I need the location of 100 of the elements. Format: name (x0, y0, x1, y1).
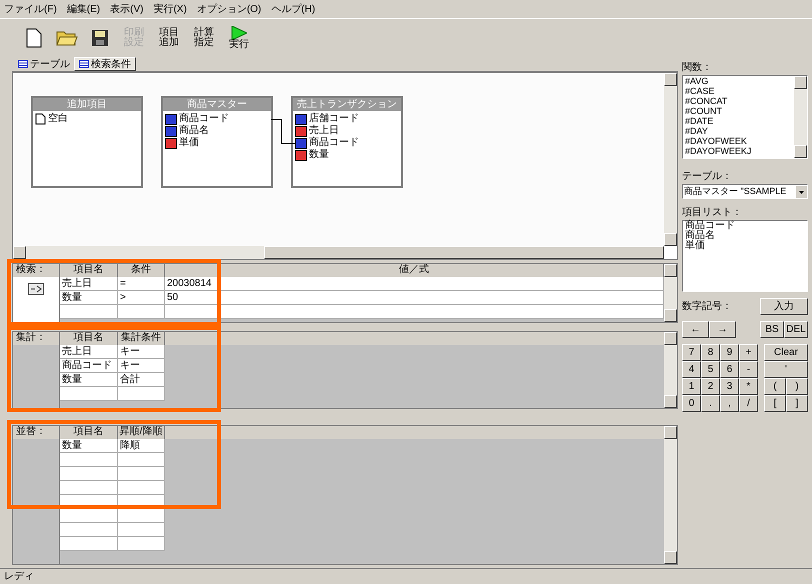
symbols-label: 数字記号： (682, 300, 732, 314)
table-cell[interactable]: 数量 (60, 439, 118, 453)
keypad-key[interactable]: 9 (720, 344, 739, 361)
field-name[interactable]: 空白 (48, 113, 68, 125)
keypad-key[interactable]: 1 (682, 378, 701, 395)
keypad-key[interactable]: 2 (701, 378, 720, 395)
keypad-key[interactable]: / (739, 395, 758, 412)
menu-item[interactable]: ファイル(F) (4, 2, 57, 16)
keypad-key[interactable]: . (701, 395, 720, 412)
table-box[interactable]: 売上トランザクション 店舗コード 売上日 商品コード 数量 (291, 96, 403, 188)
field-name[interactable]: 売上日 (309, 125, 339, 137)
field-name[interactable]: 単価 (179, 137, 199, 149)
keypad-key[interactable]: 入力 (760, 298, 808, 315)
table-cell[interactable]: 売上日 (60, 345, 118, 359)
function-item[interactable]: #CONCAT (685, 96, 794, 106)
tab[interactable]: 検索条件 (74, 57, 136, 71)
condition-icon[interactable] (28, 283, 44, 295)
keypad-key[interactable]: [ (764, 395, 786, 412)
menu-item[interactable]: 表示(V) (110, 2, 144, 16)
toolbar-button[interactable]: 項目 追加 (156, 22, 182, 54)
status-text: レディ (4, 570, 34, 584)
table-cell[interactable]: 降順 (118, 439, 165, 453)
keypad-key[interactable]: * (739, 378, 758, 395)
table-box-title: 商品マスター (163, 98, 271, 111)
function-item[interactable]: #DAYOFWEEKJ (685, 146, 794, 156)
keypad-key[interactable]: BS (760, 321, 784, 338)
field-name[interactable]: 商品コード (309, 137, 359, 149)
field-name[interactable]: 数量 (309, 149, 329, 161)
table-cell[interactable]: 50 (165, 291, 664, 305)
keypad-key[interactable]: - (739, 361, 758, 378)
function-item[interactable]: #DAY (685, 126, 794, 136)
play-icon (231, 26, 247, 40)
number-field-icon (295, 126, 307, 136)
text-field-icon (165, 126, 177, 136)
function-item[interactable]: #AVG (685, 76, 794, 86)
keypad-key[interactable]: 5 (701, 361, 720, 378)
table-cell[interactable]: > (118, 291, 165, 305)
keypad-key[interactable]: 6 (720, 361, 739, 378)
vertical-scrollbar[interactable] (664, 426, 677, 564)
vertical-scrollbar[interactable] (664, 264, 677, 322)
table-cell[interactable]: 商品コード (60, 359, 118, 373)
keypad-key[interactable]: 0 (682, 395, 701, 412)
blank-page-icon (35, 113, 46, 125)
keypad-key[interactable]: + (739, 344, 758, 361)
table-cell[interactable]: 合計 (118, 373, 165, 387)
keypad-key[interactable]: 4 (682, 361, 701, 378)
function-item[interactable]: #DATE (685, 116, 794, 126)
grid-icon (79, 60, 89, 68)
table-cell[interactable]: キー (118, 345, 165, 359)
keypad-key[interactable]: 3 (720, 378, 739, 395)
new-document-icon (25, 28, 43, 48)
function-item[interactable]: #COUNT (685, 106, 794, 116)
table-label: テーブル： (682, 170, 733, 184)
keypad-key[interactable]: ] (786, 395, 808, 412)
text-field-icon (295, 138, 307, 148)
horizontal-scrollbar[interactable] (13, 246, 664, 259)
field-list-item[interactable]: 商品コード (685, 221, 807, 231)
keypad-key[interactable]: ) (786, 378, 808, 395)
keypad-key[interactable]: 7 (682, 344, 701, 361)
table-box[interactable]: 追加項目 空白 (31, 96, 143, 188)
function-item[interactable]: #DAYOFWEEK (685, 136, 794, 146)
table-cell[interactable]: 数量 (60, 291, 118, 305)
table-box-title: 追加項目 (33, 98, 141, 111)
function-item[interactable]: #CASE (685, 86, 794, 96)
keypad-key[interactable]: , (720, 395, 739, 412)
menu-item[interactable]: ヘルプ(H) (271, 2, 316, 16)
join-line (271, 119, 295, 144)
field-name[interactable]: 商品コード (179, 113, 229, 125)
field-list-item[interactable]: 単価 (685, 241, 807, 251)
vertical-scrollbar[interactable] (794, 76, 807, 158)
field-name[interactable]: 店舗コード (309, 113, 359, 125)
table-cell[interactable]: = (118, 277, 165, 291)
keypad-key[interactable]: → (709, 321, 736, 338)
functions-label: 関数： (682, 61, 713, 75)
keypad-key[interactable]: DEL (784, 321, 808, 338)
vertical-scrollbar[interactable] (664, 73, 677, 246)
toolbar-button[interactable]: 計算 指定 (191, 22, 217, 54)
text-field-icon (295, 114, 307, 124)
table-cell[interactable]: 20030814 (165, 277, 664, 291)
field-name[interactable]: 商品名 (179, 125, 209, 137)
text-field-icon (165, 114, 177, 124)
section-label: 集計： (13, 332, 60, 345)
field-list-item[interactable]: 商品名 (685, 231, 807, 241)
menu-item[interactable]: 実行(X) (153, 2, 187, 16)
keypad-key[interactable]: ' (764, 361, 808, 378)
table-box[interactable]: 商品マスター 商品コード 商品名 単価 (161, 96, 273, 188)
keypad-key[interactable]: ( (764, 378, 786, 395)
vertical-scrollbar[interactable] (664, 332, 677, 408)
table-cell[interactable]: 売上日 (60, 277, 118, 291)
keypad-key[interactable]: Clear (764, 344, 808, 361)
table-cell[interactable]: キー (118, 359, 165, 373)
menu-item[interactable]: オプション(O) (196, 2, 262, 16)
table-cell[interactable]: 数量 (60, 373, 118, 387)
menu-item[interactable]: 編集(E) (66, 2, 100, 16)
field-list-label: 項目リスト： (682, 206, 743, 220)
keypad-key[interactable]: ← (682, 321, 709, 338)
table-dropdown[interactable]: 商品マスター "SSAMPLE (682, 184, 808, 199)
number-field-icon (295, 150, 307, 160)
toolbar-button[interactable]: 実行 (226, 22, 252, 54)
keypad-key[interactable]: 8 (701, 344, 720, 361)
